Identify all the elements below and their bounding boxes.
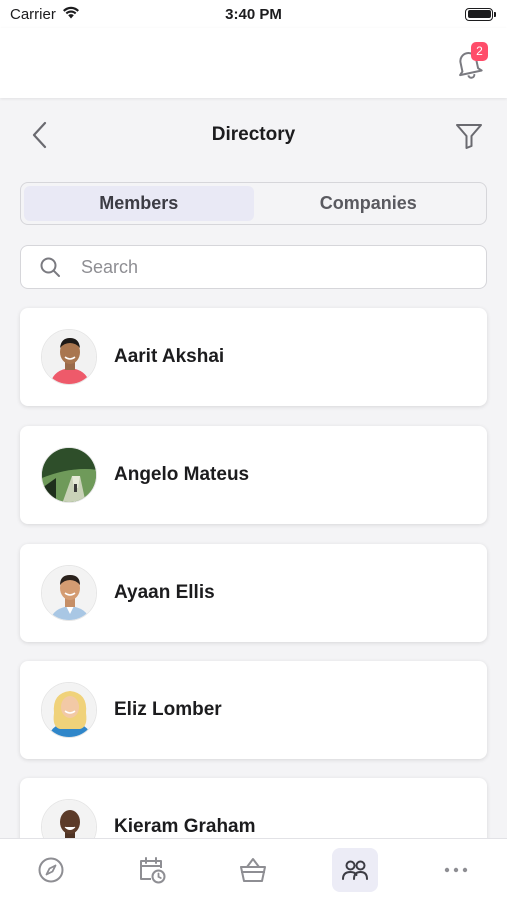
search-input[interactable] <box>81 256 441 278</box>
people-icon <box>341 860 368 880</box>
tab-more[interactable] <box>433 848 479 892</box>
list-item[interactable]: Angelo Mateus <box>20 426 487 524</box>
basket-icon <box>240 857 267 882</box>
nav-bar: Directory <box>0 112 507 158</box>
avatar <box>41 329 97 385</box>
back-button[interactable] <box>28 120 54 150</box>
more-icon <box>445 867 468 872</box>
search-bar <box>20 245 487 289</box>
chevron-left-icon <box>32 121 47 149</box>
wifi-icon <box>62 6 80 23</box>
member-name: Angelo Mateus <box>114 464 250 485</box>
tab-events[interactable] <box>129 848 175 892</box>
tab-explore[interactable] <box>28 848 74 892</box>
tab-companies[interactable]: Companies <box>254 186 484 221</box>
notification-button[interactable]: 2 <box>455 42 488 79</box>
status-bar: Carrier 3:40 PM <box>0 0 507 28</box>
list-item[interactable]: Aarit Akshai <box>20 308 487 406</box>
filter-icon <box>456 124 482 149</box>
search-icon <box>40 257 60 277</box>
page-title: Directory <box>211 124 296 145</box>
member-name: Aarit Akshai <box>114 346 225 367</box>
battery-icon <box>465 7 496 21</box>
tab-bar <box>0 838 507 900</box>
filter-button[interactable] <box>455 122 483 150</box>
member-name: Kieram Graham <box>114 816 256 837</box>
avatar <box>41 447 97 503</box>
notification-badge: 2 <box>471 42 488 61</box>
segmented-control: Members Companies <box>20 182 487 225</box>
tab-directory[interactable] <box>331 847 378 892</box>
member-name: Ayaan Ellis <box>114 582 215 603</box>
list-item[interactable]: Ayaan Ellis <box>20 544 487 642</box>
tab-shop[interactable] <box>230 848 276 892</box>
status-left: Carrier <box>10 6 80 23</box>
avatar <box>41 565 97 621</box>
compass-icon <box>38 857 64 882</box>
tab-members[interactable]: Members <box>24 186 254 221</box>
list-item[interactable]: Eliz Lomber <box>20 661 487 759</box>
member-name: Eliz Lomber <box>114 699 222 720</box>
calendar-clock-icon <box>140 856 166 883</box>
carrier-label: Carrier <box>10 5 56 23</box>
avatar <box>41 682 97 738</box>
top-header: 2 <box>0 28 507 98</box>
